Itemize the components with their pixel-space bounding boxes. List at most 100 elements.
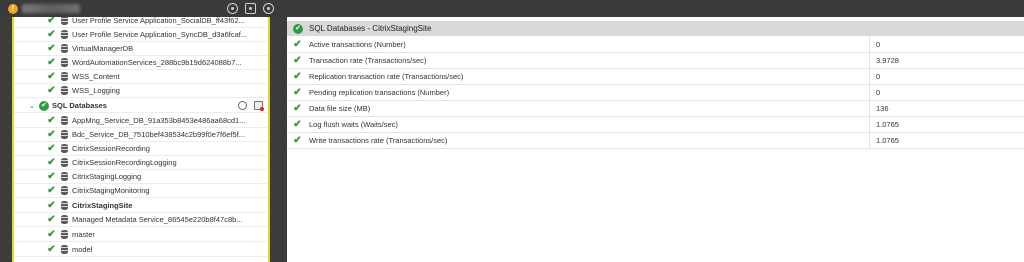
tree-item[interactable]: ✔ VirtualManagerDB (14, 42, 268, 56)
check-icon: ✔ (47, 71, 56, 82)
check-icon: ✔ (47, 57, 56, 68)
check-icon: ✔ (293, 87, 302, 98)
database-icon (61, 144, 68, 153)
tree-item-selected[interactable]: ✔ CitrixStagingSite (14, 199, 268, 213)
check-icon: ✔ (47, 229, 56, 240)
tree-item-label: WordAutomationServices_288bc9b19d624088b… (72, 58, 242, 67)
clock-icon[interactable] (227, 3, 238, 14)
tree-item[interactable]: ✔ Bdc_Service_DB_7510bef438534c2b99f0e7f… (14, 128, 268, 142)
tree-item-label: CitrixSessionRecordingLogging (72, 158, 177, 167)
tree-item-label: WSS_Logging (72, 86, 120, 95)
check-icon: ✔ (47, 214, 56, 225)
metric-row[interactable]: ✔ Active transactions (Number) 0 (287, 37, 1024, 53)
metric-value: 0 (876, 72, 881, 81)
tree-item[interactable]: ✔ WordAutomationServices_288bc9b19d62408… (14, 56, 268, 70)
metric-value: 3.9728 (876, 56, 899, 65)
metric-value: 136 (876, 104, 889, 113)
tree-item-label: CitrixStagingLogging (72, 172, 142, 181)
ok-status-icon: ✔ (293, 23, 303, 34)
chevron-down-icon[interactable]: ⌄ (29, 102, 37, 110)
database-icon (61, 201, 68, 210)
check-icon: ✔ (293, 103, 302, 114)
database-icon (61, 130, 68, 139)
panel-title: SQL Databases - CitrixStagingSite (309, 24, 432, 33)
check-icon: ✔ (47, 244, 56, 255)
metric-row[interactable]: ✔ Write transactions rate (Transactions/… (287, 133, 1024, 149)
check-icon: ✔ (47, 143, 56, 154)
ok-status-icon: ✔ (39, 100, 49, 111)
tree-item[interactable]: ✔ WSS_Logging (14, 84, 268, 98)
metric-value: 0 (876, 88, 881, 97)
metric-name: Pending replication transactions (Number… (309, 88, 450, 97)
tree-item[interactable]: ✔ CitrixSessionRecording (14, 142, 268, 156)
database-icon (61, 215, 68, 224)
tree-item-label: WSS_Content (72, 72, 120, 81)
tree-item-label: User Profile Service Application_SocialD… (72, 17, 245, 25)
tree-group-sql-databases[interactable]: ⌄ ✔ SQL Databases (14, 99, 268, 113)
database-icon (61, 186, 68, 195)
tree-item[interactable]: ✔ User Profile Service Application_SyncD… (14, 28, 268, 42)
check-icon: ✔ (47, 115, 56, 126)
metric-row[interactable]: ✔ Pending replication transactions (Numb… (287, 85, 1024, 101)
tree-item-label: Managed Metadata Service_86545e220b8f47c… (72, 215, 243, 224)
database-icon (61, 44, 68, 53)
title-bar: ! (0, 0, 1024, 17)
check-icon: ✔ (47, 185, 56, 196)
tree-item[interactable]: ✔ CitrixStagingMonitoring (14, 184, 268, 198)
tree-item-label: master (72, 230, 95, 239)
check-icon: ✔ (47, 29, 56, 40)
check-icon: ✔ (293, 71, 302, 82)
tree-item-label: CitrixStagingSite (72, 201, 133, 210)
component-tree[interactable]: ✔ User Profile Service Application_Socia… (12, 17, 270, 262)
left-panel: ✔ User Profile Service Application_Socia… (0, 17, 283, 262)
database-icon (61, 172, 68, 181)
metric-name: Log flush waits (Waits/sec) (309, 120, 398, 129)
copy-icon[interactable] (245, 3, 256, 14)
check-icon: ✔ (293, 39, 302, 50)
tree-item[interactable]: ✔ CitrixSessionRecordingLogging (14, 156, 268, 170)
warning-icon[interactable]: ! (8, 4, 18, 14)
metric-row[interactable]: ✔ Transaction rate (Transactions/sec) 3.… (287, 53, 1024, 69)
check-icon: ✔ (47, 85, 56, 96)
tree-item-label: VirtualManagerDB (72, 44, 134, 53)
check-icon: ✔ (293, 119, 302, 130)
add-test-icon[interactable] (238, 101, 247, 110)
check-icon: ✔ (47, 17, 56, 26)
metric-row[interactable]: ✔ Log flush waits (Waits/sec) 1.0765 (287, 117, 1024, 133)
metric-name: Write transactions rate (Transactions/se… (309, 136, 448, 145)
check-icon: ✔ (47, 200, 56, 211)
database-icon (61, 245, 68, 254)
tree-item[interactable]: ✔ CitrixStagingLogging (14, 170, 268, 184)
remove-test-icon[interactable] (254, 101, 264, 111)
check-icon: ✔ (47, 171, 56, 182)
tree-item[interactable]: ✔ model (14, 243, 268, 257)
tree-group-label: SQL Databases (52, 101, 107, 110)
tree-item[interactable]: ✔ WSS_Content (14, 70, 268, 84)
tree-item[interactable]: ✔ Managed Metadata Service_86545e220b8f4… (14, 213, 268, 227)
database-icon (61, 86, 68, 95)
tree-item-label: Bdc_Service_DB_7510bef438534c2b99f0e7f6e… (72, 130, 246, 139)
database-icon (61, 158, 68, 167)
check-icon: ✔ (47, 157, 56, 168)
metric-name: Transaction rate (Transactions/sec) (309, 56, 427, 65)
tree-item-label: AppMng_Service_DB_91a353b8453e486aa68cd1… (72, 116, 246, 125)
metric-row[interactable]: ✔ Replication transaction rate (Transact… (287, 69, 1024, 85)
metric-name: Data file size (MB) (309, 104, 371, 113)
metric-value: 1.0765 (876, 136, 899, 145)
tree-item[interactable]: ✔ User Profile Service Application_Socia… (14, 17, 268, 28)
check-icon: ✔ (293, 135, 302, 146)
settings-icon[interactable] (263, 3, 274, 14)
tree-item[interactable]: ✔ master (14, 228, 268, 242)
tree-item[interactable]: ✔ AppMng_Service_DB_91a353b8453e486aa68c… (14, 114, 268, 128)
tree-item-label: User Profile Service Application_SyncDB_… (72, 30, 248, 39)
database-icon (61, 30, 68, 39)
check-icon: ✔ (293, 55, 302, 66)
database-icon (61, 72, 68, 81)
detail-panel: ✔ SQL Databases - CitrixStagingSite ✔ Ac… (287, 17, 1024, 262)
panel-header: ✔ SQL Databases - CitrixStagingSite (287, 21, 1024, 36)
check-icon: ✔ (47, 129, 56, 140)
database-icon (61, 58, 68, 67)
database-icon (61, 230, 68, 239)
database-icon (61, 116, 68, 125)
metric-row[interactable]: ✔ Data file size (MB) 136 (287, 101, 1024, 117)
